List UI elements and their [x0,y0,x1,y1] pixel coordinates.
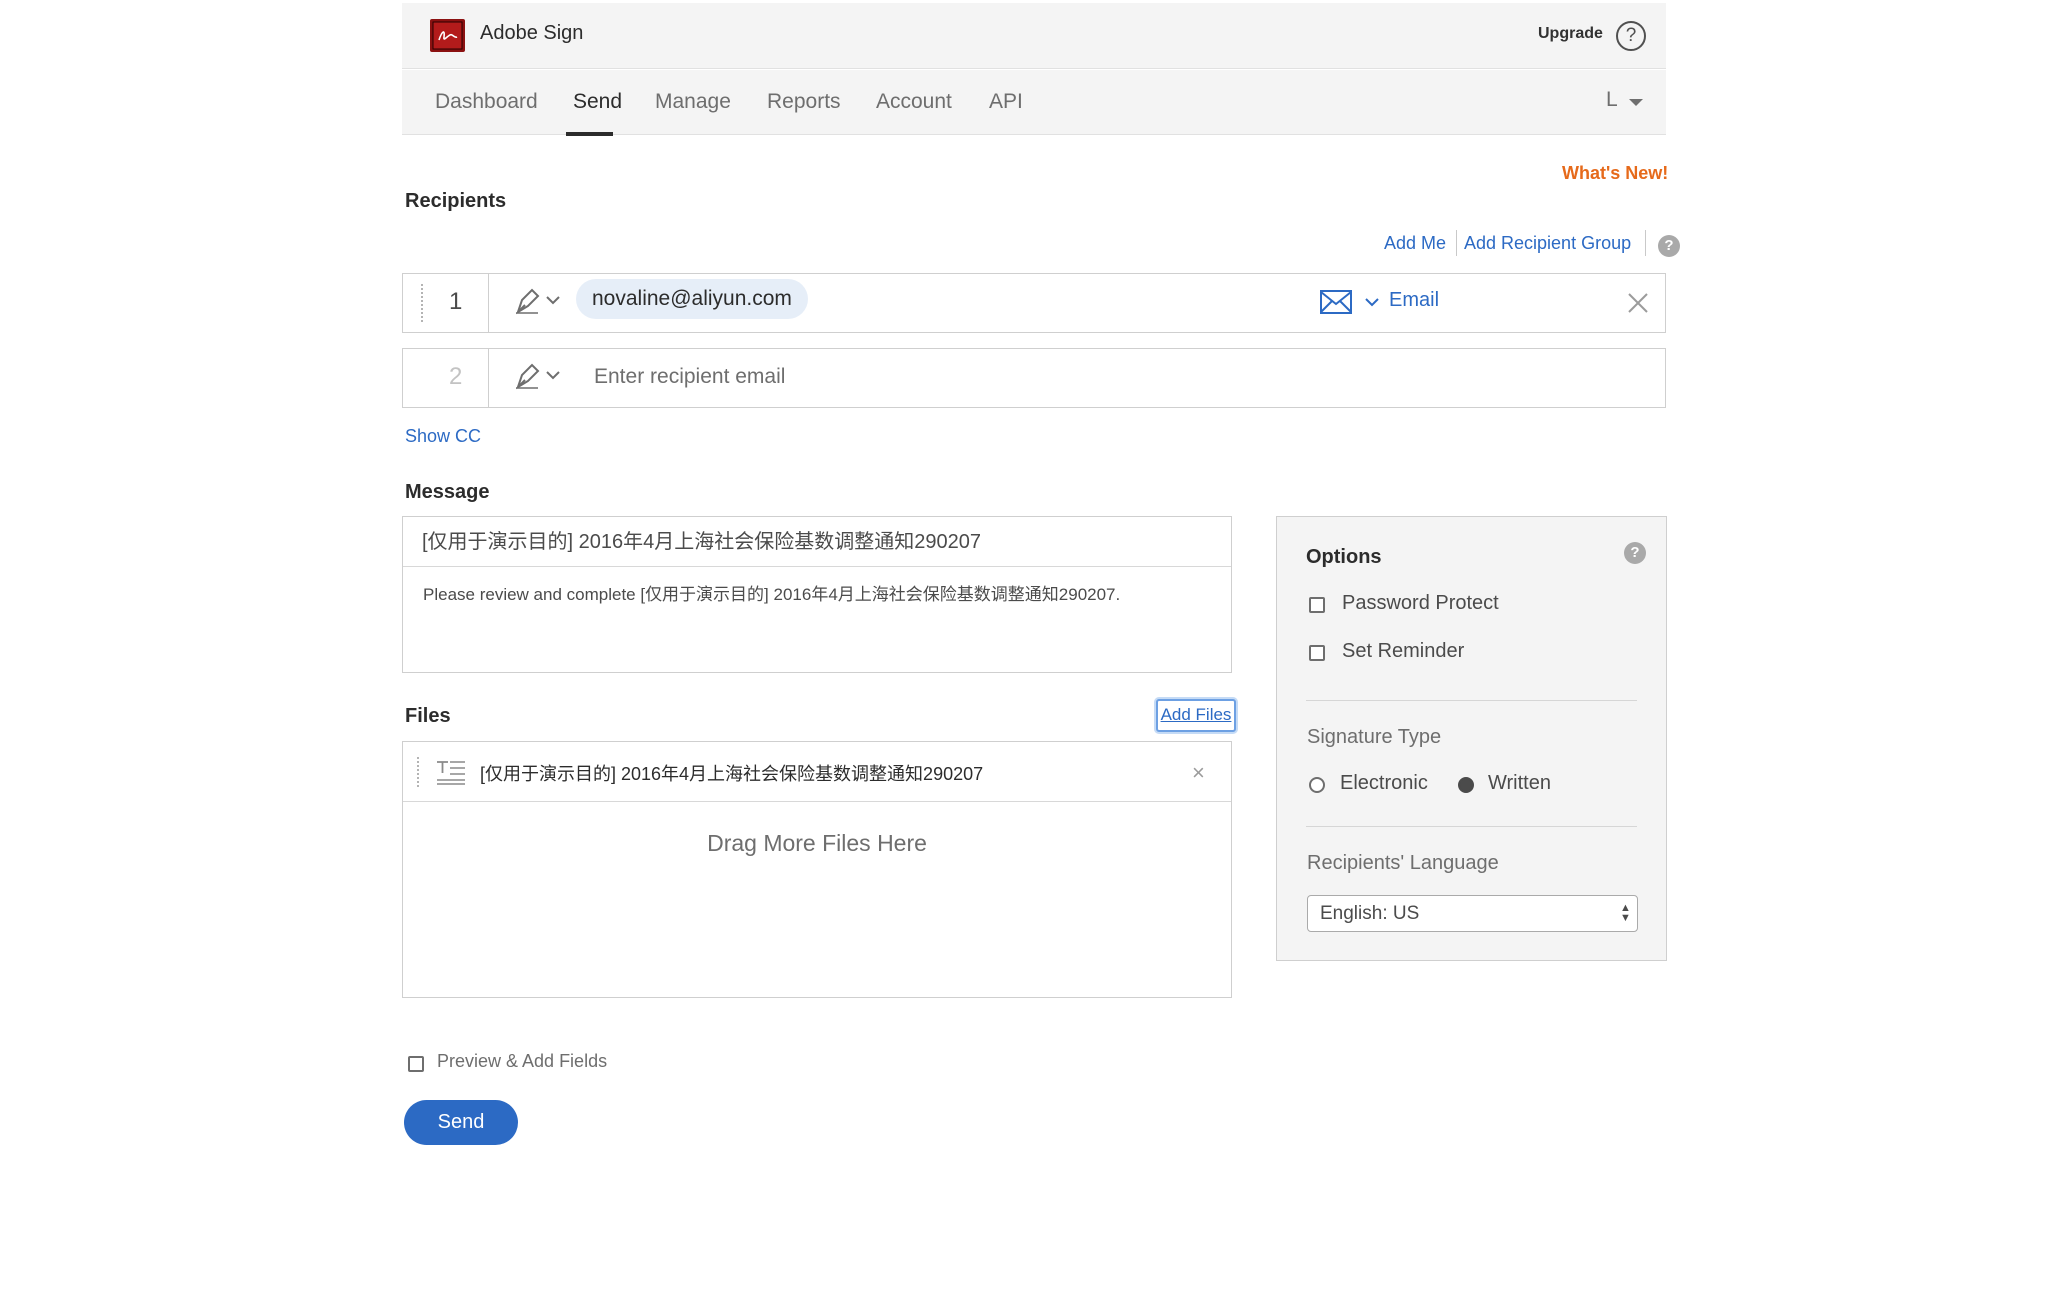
file-name: [仅用于演示目的] 2016年4月上海社会保险基数调整通知290207 [480,764,984,784]
tab-api[interactable]: API [989,90,1023,114]
recipient-email-chip[interactable]: novaline@aliyun.com [576,279,808,319]
chevron-down-icon[interactable] [1629,99,1643,106]
recipient-number: 1 [449,288,463,315]
written-radio[interactable] [1458,777,1474,793]
chevron-down-icon[interactable] [1365,297,1379,307]
divider [1306,700,1637,701]
options-title: Options [1306,546,1382,568]
tab-dashboard[interactable]: Dashboard [435,90,538,114]
drag-handle-icon[interactable] [421,284,423,322]
tab-account[interactable]: Account [876,90,952,114]
preview-add-fields-label[interactable]: Preview & Add Fields [437,1051,607,1072]
tab-send[interactable]: Send [573,90,622,114]
adobe-sign-logo[interactable] [430,19,465,52]
active-tab-indicator [566,132,613,136]
help-icon[interactable]: ? [1616,21,1646,51]
recipient-row-2 [402,348,1666,408]
electronic-label[interactable]: Electronic [1340,772,1428,795]
pen-icon[interactable] [512,361,542,391]
divider [1645,230,1646,256]
recipients-title: Recipients [405,190,507,212]
chevron-down-icon[interactable] [546,295,560,305]
message-title: Message [405,481,490,503]
password-protect-label[interactable]: Password Protect [1342,592,1499,615]
close-icon[interactable] [1627,292,1649,314]
user-menu[interactable]: L [1606,88,1618,112]
pen-icon[interactable] [512,286,542,316]
files-title: Files [405,705,451,727]
set-reminder-checkbox[interactable] [1309,645,1325,661]
recipients-language-title: Recipients' Language [1307,852,1499,874]
recipient-number: 2 [449,363,463,390]
message-body-textarea[interactable]: Please review and complete [仅用于演示目的] 201… [423,580,1120,605]
recipients-help-icon[interactable]: ? [1658,235,1680,257]
recipient-email-input[interactable]: Enter recipient email [594,365,785,389]
set-reminder-label[interactable]: Set Reminder [1342,640,1464,663]
show-cc-link[interactable]: Show CC [405,426,481,447]
delivery-method-label[interactable]: Email [1389,289,1439,312]
remove-file-icon[interactable]: × [1192,760,1205,786]
divider [1456,230,1457,256]
password-protect-checkbox[interactable] [1309,597,1325,613]
tab-reports[interactable]: Reports [767,90,841,114]
signature-type-title: Signature Type [1307,726,1442,748]
chevron-down-icon[interactable] [546,370,560,380]
app-title: Adobe Sign [480,22,584,44]
add-recipient-group-link[interactable]: Add Recipient Group [1464,233,1631,254]
drag-handle-icon[interactable] [417,757,419,787]
app-header [402,3,1666,69]
whats-new-link[interactable]: What's New! [1562,163,1668,184]
tab-manage[interactable]: Manage [655,90,731,114]
select-arrows-icon: ▲ ▼ [1620,902,1631,924]
add-me-link[interactable]: Add Me [1384,233,1446,254]
language-select[interactable]: English: US [1307,895,1638,932]
divider [1306,826,1637,827]
send-button[interactable]: Send [404,1100,518,1145]
recipient-number-cell [402,273,489,333]
written-label[interactable]: Written [1488,772,1551,795]
recipient-number-cell [402,348,489,408]
message-subject-input[interactable]: [仅用于演示目的] 2016年4月上海社会保险基数调整通知290207 [403,517,1231,567]
preview-add-fields-checkbox[interactable] [408,1056,424,1072]
add-files-button[interactable]: Add Files [1156,699,1236,732]
drag-files-hint: Drag More Files Here [707,830,927,856]
options-help-icon[interactable]: ? [1624,542,1646,564]
envelope-icon[interactable] [1320,290,1352,314]
upgrade-link[interactable]: Upgrade [1538,25,1603,43]
electronic-radio[interactable] [1309,777,1325,793]
document-text-icon [436,759,466,790]
